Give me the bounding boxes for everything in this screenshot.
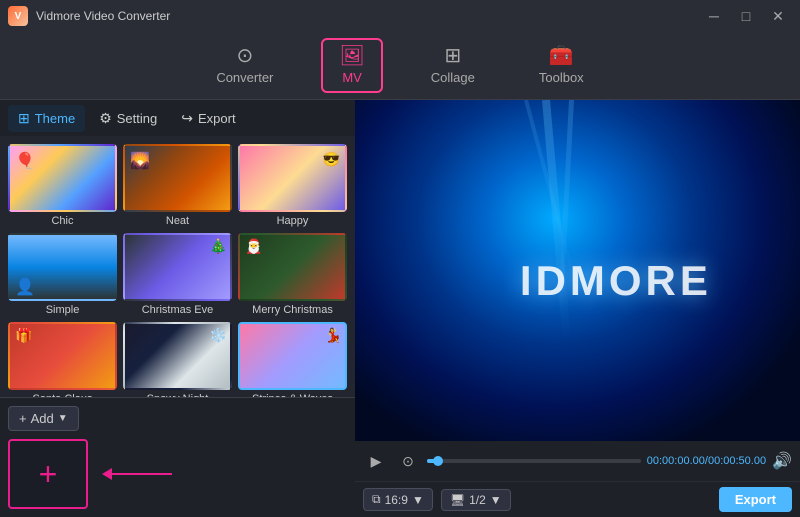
bottom-left-controls: ⧉ 16:9 ▼ 🖥 1/2 ▼ <box>363 488 511 511</box>
preview-background: IDMORE <box>355 100 800 441</box>
controls-bar: ▶ ⊙ 00:00:00.00/00:00:50.00 🔊 <box>355 441 800 481</box>
export-label: Export <box>735 492 776 507</box>
theme-grid: Chic Neat Happy Simple Christmas Eve Mer… <box>0 136 355 397</box>
theme-label-neat: Neat <box>166 215 189 227</box>
mv-icon: 🖼 <box>339 46 364 66</box>
add-btn-row: + Add ▼ <box>8 406 347 431</box>
theme-item-chic[interactable]: Chic <box>8 144 117 227</box>
sub-nav-theme-label: Theme <box>35 111 75 126</box>
arrow-line <box>112 473 172 475</box>
page-label: 1/2 <box>469 493 486 507</box>
collage-icon: ⊞ <box>444 46 461 66</box>
setting-icon: ⚙ <box>99 110 112 127</box>
export-icon: ↪ <box>181 110 193 127</box>
app-logo: V <box>8 6 28 26</box>
add-plus-icon: + <box>39 458 58 490</box>
add-dropdown-icon: ▼ <box>58 413 68 424</box>
minimize-button[interactable]: ─ <box>700 6 728 26</box>
left-bottom: + Add ▼ + <box>0 397 355 517</box>
theme-thumb-happy <box>238 144 347 212</box>
left-panel: ⊞ Theme ⚙ Setting ↪ Export Chic Neat <box>0 100 355 517</box>
theme-item-christmas-eve[interactable]: Christmas Eve <box>123 233 232 316</box>
sub-nav: ⊞ Theme ⚙ Setting ↪ Export <box>0 100 355 136</box>
nav-item-collage[interactable]: ⊞ Collage <box>415 40 491 91</box>
ratio-dropdown-icon: ▼ <box>412 493 424 507</box>
nav-item-toolbox[interactable]: 🧰 Toolbox <box>523 40 600 91</box>
add-label: Add <box>31 411 54 426</box>
theme-thumb-chic <box>8 144 117 212</box>
sub-nav-theme[interactable]: ⊞ Theme <box>8 105 85 132</box>
add-media-box[interactable]: + <box>8 439 88 509</box>
play-button[interactable]: ▶ <box>363 448 389 474</box>
right-panel: IDMORE ▶ ⊙ 00:00:00.00/00:00:50.00 🔊 ⧉ 1… <box>355 100 800 517</box>
time-current: 00:00:00.00 <box>647 455 705 467</box>
title-bar-left: V Vidmore Video Converter <box>8 6 170 26</box>
content: ⊞ Theme ⚙ Setting ↪ Export Chic Neat <box>0 100 800 517</box>
theme-thumb-merry-christmas <box>238 233 347 301</box>
title-bar-controls: ─ □ ✕ <box>700 6 792 26</box>
theme-label-chic: Chic <box>51 215 73 227</box>
arrow-head <box>102 468 112 480</box>
page-dropdown-icon: ▼ <box>490 493 502 507</box>
preview-watermark: IDMORE <box>520 257 712 305</box>
theme-label-happy: Happy <box>277 215 309 227</box>
add-button[interactable]: + Add ▼ <box>8 406 79 431</box>
stop-button[interactable]: ⊙ <box>395 448 421 474</box>
theme-thumb-stripes <box>238 322 347 390</box>
theme-item-merry-christmas[interactable]: Merry Christmas <box>238 233 347 316</box>
app-title: Vidmore Video Converter <box>36 9 170 23</box>
nav-label-converter: Converter <box>216 70 273 85</box>
theme-thumb-christmas-eve <box>123 233 232 301</box>
theme-label-merry-christmas: Merry Christmas <box>252 304 333 316</box>
monitor-icon: 🖥 <box>450 493 465 507</box>
aspect-ratio-button[interactable]: ⧉ 16:9 ▼ <box>363 488 433 511</box>
theme-item-snowy-night[interactable]: Snowy Night <box>123 322 232 397</box>
sub-nav-export[interactable]: ↪ Export <box>171 105 245 132</box>
theme-thumb-snowy <box>123 322 232 390</box>
theme-item-santa-claus[interactable]: Santa Claus <box>8 322 117 397</box>
theme-item-stripes-waves[interactable]: Stripes & Waves <box>238 322 347 397</box>
nav-item-mv[interactable]: 🖼 MV <box>321 38 382 93</box>
time-display: 00:00:00.00/00:00:50.00 <box>647 455 766 467</box>
sub-nav-setting[interactable]: ⚙ Setting <box>89 105 167 132</box>
export-button[interactable]: Export <box>719 487 792 512</box>
theme-thumb-neat <box>123 144 232 212</box>
progress-bar[interactable] <box>427 459 641 463</box>
theme-item-simple[interactable]: Simple <box>8 233 117 316</box>
theme-grid-icon: ⊞ <box>18 110 30 127</box>
arrow-indicator <box>103 468 172 480</box>
volume-icon[interactable]: 🔊 <box>772 451 792 471</box>
nav-bar: ⊙ Converter 🖼 MV ⊞ Collage 🧰 Toolbox <box>0 32 800 100</box>
theme-label-simple: Simple <box>46 304 80 316</box>
nav-label-collage: Collage <box>431 70 475 85</box>
sub-nav-setting-label: Setting <box>117 111 157 126</box>
maximize-button[interactable]: □ <box>732 6 760 26</box>
theme-item-neat[interactable]: Neat <box>123 144 232 227</box>
page-button[interactable]: 🖥 1/2 ▼ <box>441 489 511 511</box>
preview-area: IDMORE <box>355 100 800 441</box>
progress-dot <box>433 456 443 466</box>
theme-item-happy[interactable]: Happy <box>238 144 347 227</box>
nav-label-toolbox: Toolbox <box>539 70 584 85</box>
ratio-icon: ⧉ <box>372 492 381 507</box>
bottom-controls: ⧉ 16:9 ▼ 🖥 1/2 ▼ Export <box>355 481 800 517</box>
plus-icon: + <box>19 411 27 426</box>
nav-label-mv: MV <box>342 70 362 85</box>
converter-icon: ⊙ <box>236 46 253 66</box>
nav-item-converter[interactable]: ⊙ Converter <box>200 40 289 91</box>
sub-nav-export-label: Export <box>198 111 236 126</box>
time-total: 00:00:50.00 <box>708 455 766 467</box>
theme-label-christmas-eve: Christmas Eve <box>142 304 214 316</box>
theme-thumb-simple <box>8 233 117 301</box>
toolbox-icon: 🧰 <box>549 46 574 66</box>
theme-thumb-santa <box>8 322 117 390</box>
close-button[interactable]: ✕ <box>764 6 792 26</box>
title-bar: V Vidmore Video Converter ─ □ ✕ <box>0 0 800 32</box>
ratio-label: 16:9 <box>385 493 408 507</box>
